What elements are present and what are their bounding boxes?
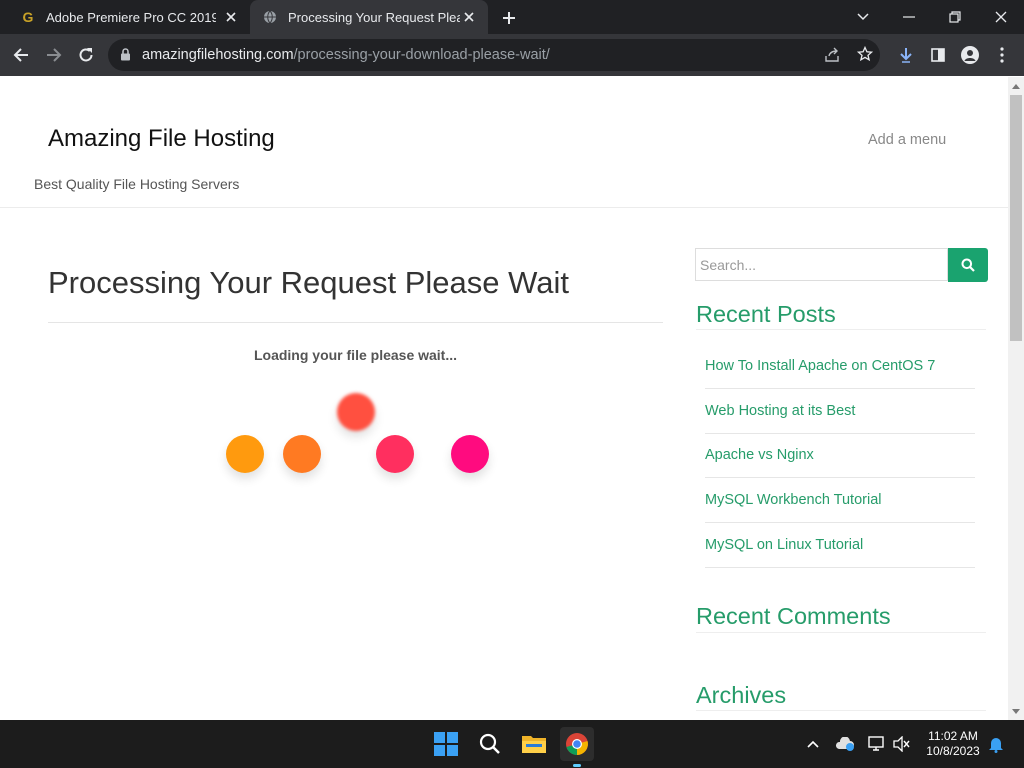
avatar-icon bbox=[961, 46, 979, 64]
show-hidden-icons-button[interactable] bbox=[803, 734, 823, 754]
recent-post-link[interactable]: MySQL on Linux Tutorial bbox=[705, 523, 975, 568]
browser-tab-strip: G Adobe Premiere Pro CC 2019 13. Process… bbox=[0, 0, 1024, 34]
chevron-up-icon bbox=[807, 740, 819, 748]
back-button[interactable] bbox=[8, 42, 34, 68]
volume-tray-button[interactable] bbox=[892, 734, 912, 754]
restore-icon bbox=[949, 11, 961, 23]
arrow-right-icon bbox=[47, 48, 62, 62]
loading-message: Loading your file please wait... bbox=[253, 347, 458, 363]
kebab-menu-icon bbox=[1000, 47, 1004, 63]
recent-posts-list: How To Install Apache on CentOS 7 Web Ho… bbox=[705, 344, 975, 568]
bell-icon bbox=[989, 738, 1003, 753]
recent-comments-heading: Recent Comments bbox=[696, 603, 891, 629]
tab-title: Processing Your Request Please W bbox=[288, 9, 460, 25]
widget-divider bbox=[696, 710, 986, 711]
widget-divider bbox=[696, 632, 986, 633]
network-icon bbox=[868, 736, 884, 751]
start-button[interactable] bbox=[429, 727, 463, 761]
browser-toolbar: amazingfilehosting.com/processing-your-d… bbox=[0, 34, 1024, 76]
loader-dot bbox=[376, 435, 414, 473]
g-logo-icon: G bbox=[20, 9, 36, 25]
loader-dot bbox=[337, 393, 375, 431]
search-input[interactable] bbox=[695, 248, 948, 281]
content-divider bbox=[48, 322, 663, 323]
active-indicator bbox=[573, 764, 581, 767]
globe-icon bbox=[262, 9, 278, 25]
network-tray-button[interactable] bbox=[867, 734, 887, 754]
tab-close-icon[interactable] bbox=[460, 8, 478, 26]
tab-search-button[interactable] bbox=[840, 0, 886, 34]
header-divider bbox=[0, 207, 1008, 208]
windows-logo-icon bbox=[434, 732, 458, 756]
side-panel-button[interactable] bbox=[925, 42, 951, 68]
downloads-button[interactable] bbox=[893, 42, 919, 68]
archives-heading: Archives bbox=[696, 682, 787, 708]
recent-post-link[interactable]: Web Hosting at its Best bbox=[705, 389, 975, 434]
close-icon bbox=[995, 11, 1007, 23]
tab-premiere[interactable]: G Adobe Premiere Pro CC 2019 13. bbox=[8, 0, 250, 34]
clock-date: 10/8/2023 bbox=[926, 744, 980, 758]
loader-dot bbox=[451, 435, 489, 473]
site-tagline: Best Quality File Hosting Servers bbox=[34, 176, 240, 192]
loader-dot bbox=[283, 435, 321, 473]
page-scrollbar[interactable] bbox=[1008, 77, 1024, 720]
volume-muted-icon bbox=[893, 736, 910, 752]
scroll-up-icon[interactable] bbox=[1008, 79, 1024, 93]
search-icon bbox=[479, 733, 500, 754]
notifications-button[interactable] bbox=[986, 734, 1006, 754]
download-icon bbox=[900, 48, 912, 63]
minimize-button[interactable] bbox=[886, 0, 932, 34]
folder-icon bbox=[522, 736, 546, 753]
lock-icon[interactable] bbox=[120, 48, 131, 66]
page-title: Processing Your Request Please Wait bbox=[48, 265, 569, 300]
file-explorer-button[interactable] bbox=[517, 727, 551, 761]
plus-icon bbox=[503, 12, 515, 24]
loader-dot bbox=[226, 435, 264, 473]
add-menu-link[interactable]: Add a menu bbox=[868, 132, 946, 148]
close-window-button[interactable] bbox=[978, 0, 1024, 34]
web-page: Amazing File Hosting Best Quality File H… bbox=[0, 77, 1008, 720]
minimize-icon bbox=[903, 16, 915, 18]
tab-close-icon[interactable] bbox=[222, 8, 240, 26]
scrollbar-thumb[interactable] bbox=[1010, 95, 1022, 341]
tab-title: Adobe Premiere Pro CC 2019 13. bbox=[46, 9, 216, 25]
recent-posts-heading: Recent Posts bbox=[696, 301, 836, 327]
forward-button[interactable] bbox=[41, 42, 67, 68]
url-text[interactable]: amazingfilehosting.com/processing-your-d… bbox=[142, 47, 550, 63]
windows-taskbar: 11:02 AM 10/8/2023 bbox=[0, 720, 1024, 768]
scroll-down-icon[interactable] bbox=[1008, 704, 1024, 718]
recent-post-link[interactable]: MySQL Workbench Tutorial bbox=[705, 478, 975, 524]
arrow-left-icon bbox=[13, 48, 28, 62]
chrome-icon bbox=[566, 733, 588, 755]
taskbar-search-button[interactable] bbox=[473, 727, 507, 761]
clock-time: 11:02 AM bbox=[928, 729, 978, 743]
site-title[interactable]: Amazing File Hosting bbox=[48, 125, 275, 153]
onedrive-tray-button[interactable] bbox=[835, 734, 855, 754]
taskbar-clock[interactable]: 11:02 AM 10/8/2023 bbox=[920, 729, 986, 759]
new-tab-button[interactable] bbox=[498, 7, 520, 29]
widget-divider bbox=[696, 329, 986, 330]
search-icon bbox=[961, 258, 975, 272]
recent-post-link[interactable]: How To Install Apache on CentOS 7 bbox=[705, 344, 975, 389]
chrome-menu-button[interactable] bbox=[989, 42, 1015, 68]
svg-text:G: G bbox=[23, 9, 34, 25]
star-icon[interactable] bbox=[856, 45, 874, 67]
address-bar[interactable]: amazingfilehosting.com/processing-your-d… bbox=[108, 39, 880, 71]
reload-button[interactable] bbox=[73, 42, 99, 68]
reload-icon bbox=[79, 48, 93, 62]
tab-processing[interactable]: Processing Your Request Please W bbox=[250, 0, 488, 34]
chrome-taskbar-button[interactable] bbox=[560, 727, 594, 767]
recent-post-link[interactable]: Apache vs Nginx bbox=[705, 434, 975, 479]
search-button[interactable] bbox=[948, 248, 988, 282]
cloud-icon bbox=[836, 737, 854, 751]
share-icon[interactable] bbox=[824, 47, 840, 68]
chevron-down-icon bbox=[857, 13, 869, 21]
profile-button[interactable] bbox=[957, 42, 983, 68]
restore-button[interactable] bbox=[932, 0, 978, 34]
side-panel-icon bbox=[931, 48, 945, 62]
